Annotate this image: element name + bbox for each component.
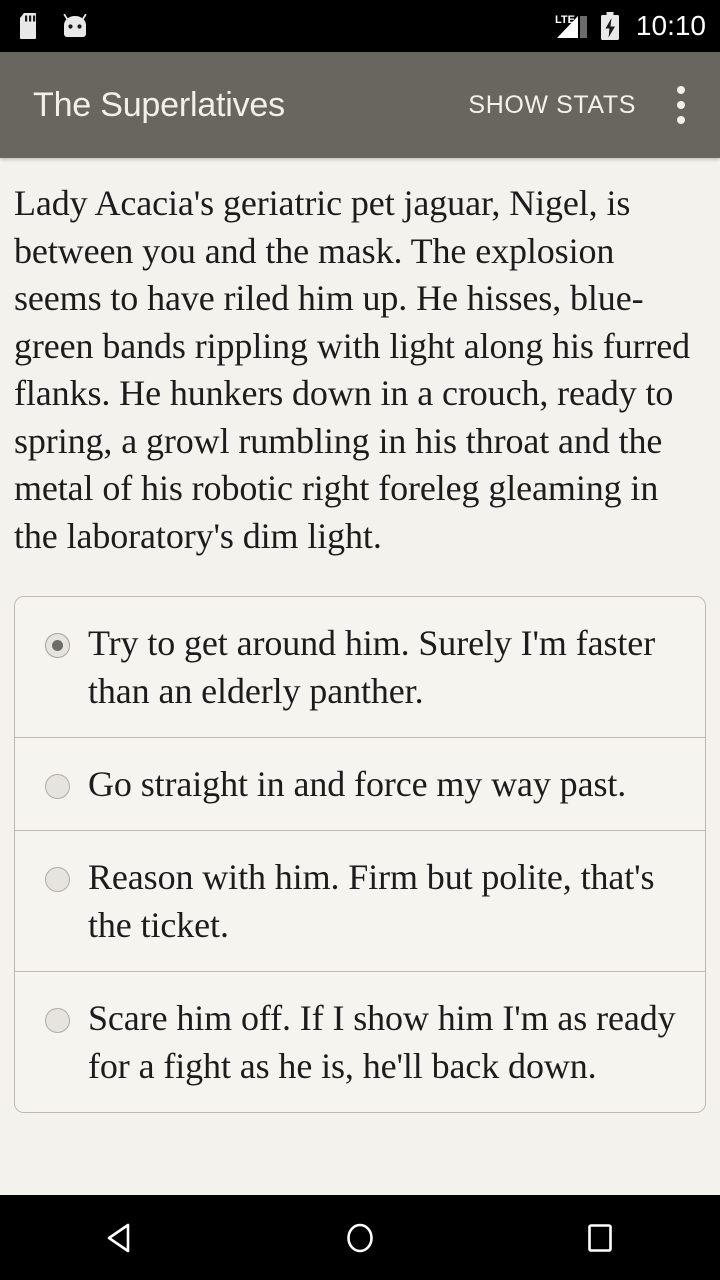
lte-signal-icon: LTE — [554, 12, 588, 40]
app-bar-actions: SHOW STATS — [452, 67, 710, 143]
recents-square-icon[interactable] — [540, 1195, 660, 1280]
radio-button[interactable] — [45, 867, 70, 892]
app-title: The Superlatives — [33, 85, 285, 124]
more-vert-icon[interactable] — [652, 67, 710, 143]
android-head-icon — [62, 13, 88, 38]
story-paragraph: Lady Acacia's geriatric pet jaguar, Nige… — [14, 183, 691, 556]
choice-option-1[interactable]: Try to get around him. Surely I'm faster… — [15, 597, 705, 738]
status-bar: LTE 10:10 — [0, 0, 720, 52]
home-circle-icon[interactable] — [300, 1195, 420, 1280]
battery-charging-icon — [600, 12, 620, 40]
app-bar: The Superlatives SHOW STATS — [0, 52, 720, 158]
radio-button-selected[interactable] — [45, 633, 70, 658]
choice-label: Reason with him. Firm but polite, that's… — [88, 857, 655, 945]
phone-screen: LTE 10:10 The Superlatives SHOW STATS La… — [0, 0, 720, 1280]
choice-label: Try to get around him. Surely I'm faster… — [88, 623, 656, 711]
radio-button[interactable] — [45, 1008, 70, 1033]
overflow-dot — [677, 101, 685, 109]
overflow-dot — [677, 86, 685, 94]
story-content: Lady Acacia's geriatric pet jaguar, Nige… — [0, 158, 720, 1195]
sd-card-icon — [20, 13, 40, 39]
choice-option-2[interactable]: Go straight in and force my way past. — [15, 738, 705, 831]
choice-label: Go straight in and force my way past. — [88, 764, 627, 804]
status-bar-clock: 10:10 — [635, 10, 706, 41]
status-bar-right-icons: LTE 10:10 — [554, 12, 706, 40]
android-navigation-bar — [0, 1195, 720, 1280]
status-bar-left-icons — [20, 13, 88, 39]
choices-card: Try to get around him. Surely I'm faster… — [14, 596, 706, 1113]
overflow-dot — [677, 116, 685, 124]
radio-button[interactable] — [45, 774, 70, 799]
choice-label: Scare him off. If I show him I'm as read… — [88, 998, 676, 1086]
choice-option-3[interactable]: Reason with him. Firm but polite, that's… — [15, 831, 705, 972]
show-stats-button[interactable]: SHOW STATS — [452, 77, 652, 134]
back-triangle-icon[interactable] — [60, 1195, 180, 1280]
choice-option-4[interactable]: Scare him off. If I show him I'm as read… — [15, 972, 705, 1112]
